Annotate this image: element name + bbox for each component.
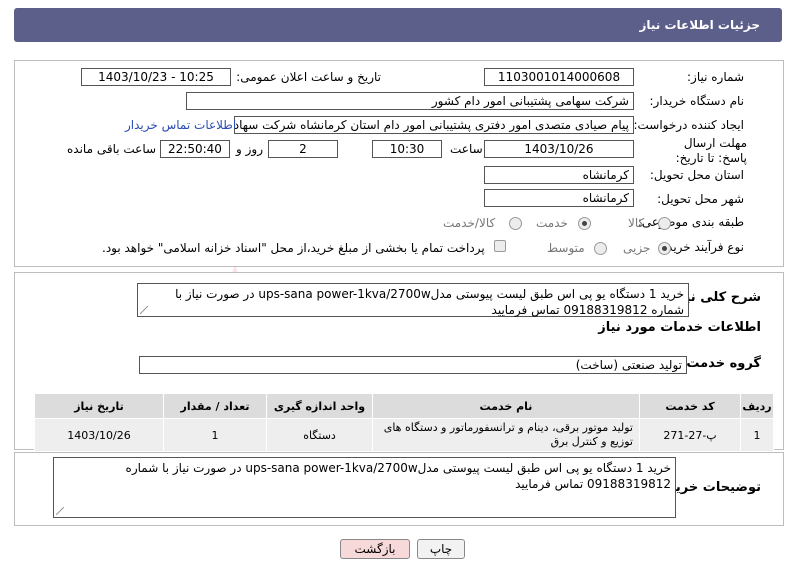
remaining-label: ساعت باقی مانده [67, 142, 157, 156]
service-group-field[interactable]: تولید صنعتی (ساخت) [139, 356, 687, 374]
print-button[interactable]: چاپ [417, 539, 465, 559]
creator-label: ایجاد کننده درخواست: [633, 118, 744, 132]
deadline-date-field[interactable]: 1403/10/26 [484, 140, 634, 158]
cell-service-name: تولید موتور برقی، دینام و ترانسفورماتور … [372, 418, 640, 452]
col-need-date: تاریخ نیاز [34, 393, 164, 419]
col-row: ردیف [740, 393, 774, 419]
cell-service-code: پ-27-271 [639, 418, 741, 452]
deadline-time-label: ساعت [450, 142, 483, 156]
need-number-label: شماره نیاز: [687, 70, 744, 84]
col-service-name: نام خدمت [372, 393, 640, 419]
category-label: طبقه بندی موضوعی: [637, 215, 744, 229]
province-field[interactable]: کرمانشاه [484, 166, 634, 184]
resize-grip-icon[interactable] [140, 306, 148, 314]
col-service-code: کد خدمت [639, 393, 741, 419]
service-group-label: گروه خدمت: [681, 356, 761, 371]
deadline-time-field[interactable]: 10:30 [372, 140, 442, 158]
col-quantity: تعداد / مقدار [163, 393, 267, 419]
treasury-checkbox[interactable] [494, 240, 506, 252]
buyer-org-field[interactable]: شرکت سهامی پشتیبانی امور دام کشور [186, 92, 634, 110]
announce-label: تاریخ و ساعت اعلان عمومی: [236, 70, 381, 84]
creator-field[interactable]: پیام صیادی متصدی امور دفتری پشتیبانی امو… [234, 116, 634, 134]
back-button[interactable]: بازگشت [340, 539, 410, 559]
cell-need-date: 1403/10/26 [34, 418, 164, 452]
buyer-notes-text: خرید 1 دستگاه یو پی اس طبق لیست پیوستی م… [125, 461, 671, 491]
page-title: جزئیات اطلاعات نیاز [639, 18, 760, 32]
city-field[interactable]: کرمانشاه [484, 189, 634, 207]
announce-field[interactable]: 1403/10/23 - 10:25 [81, 68, 231, 86]
table-row: 1 پ-27-271 تولید موتور برقی، دینام و ترا… [34, 418, 774, 452]
category-option-service: خدمت [536, 216, 568, 230]
category-option-goods-service: کالا/خدمت [443, 216, 496, 230]
process-radio-medium[interactable] [594, 242, 607, 255]
cell-quantity: 1 [163, 418, 267, 452]
services-section-title: اطلاعات خدمات مورد نیاز [598, 320, 761, 335]
category-radio-goods-service[interactable] [509, 217, 522, 230]
page-header: جزئیات اطلاعات نیاز [14, 8, 782, 42]
process-option-partial: جزیی [623, 241, 651, 255]
buyer-notes-textarea[interactable]: خرید 1 دستگاه یو پی اس طبق لیست پیوستی م… [53, 457, 676, 518]
contact-info-link[interactable]: اطلاعات تماس خریدار [125, 118, 236, 132]
category-option-goods: کالا [628, 216, 645, 230]
process-option-medium: متوسط [547, 241, 585, 255]
city-label: شهر محل تحویل: [657, 192, 744, 206]
col-unit: واحد اندازه گیری [266, 393, 373, 419]
resize-grip-icon[interactable] [56, 507, 64, 515]
category-radio-service[interactable] [578, 217, 591, 230]
services-table: ردیف کد خدمت نام خدمت واحد اندازه گیری ت… [34, 393, 774, 452]
process-radio-partial[interactable] [658, 242, 671, 255]
process-label: نوع فرآیند خرید : [659, 240, 744, 254]
cell-unit: دستگاه [266, 418, 373, 452]
buyer-org-label: نام دستگاه خریدار: [649, 94, 745, 108]
category-radio-goods[interactable] [658, 217, 671, 230]
need-number-field[interactable]: 1103001014000608 [484, 68, 634, 86]
summary-textarea[interactable]: خرید 1 دستگاه یو پی اس طبق لیست پیوستی م… [137, 283, 689, 317]
payment-note: پرداخت تمام یا بخشی از مبلغ خرید،از محل … [102, 241, 485, 255]
deadline-label: مهلت ارسال پاسخ: تا تاریخ: [675, 136, 747, 165]
summary-text: خرید 1 دستگاه یو پی اس طبق لیست پیوستی م… [175, 287, 684, 317]
cell-row: 1 [740, 418, 774, 452]
remaining-time-field[interactable]: 22:50:40 [160, 140, 230, 158]
services-table-header: ردیف کد خدمت نام خدمت واحد اندازه گیری ت… [34, 393, 774, 419]
days-field[interactable]: 2 [268, 140, 338, 158]
days-label: روز و [236, 142, 263, 156]
province-label: استان محل تحویل: [649, 168, 744, 182]
